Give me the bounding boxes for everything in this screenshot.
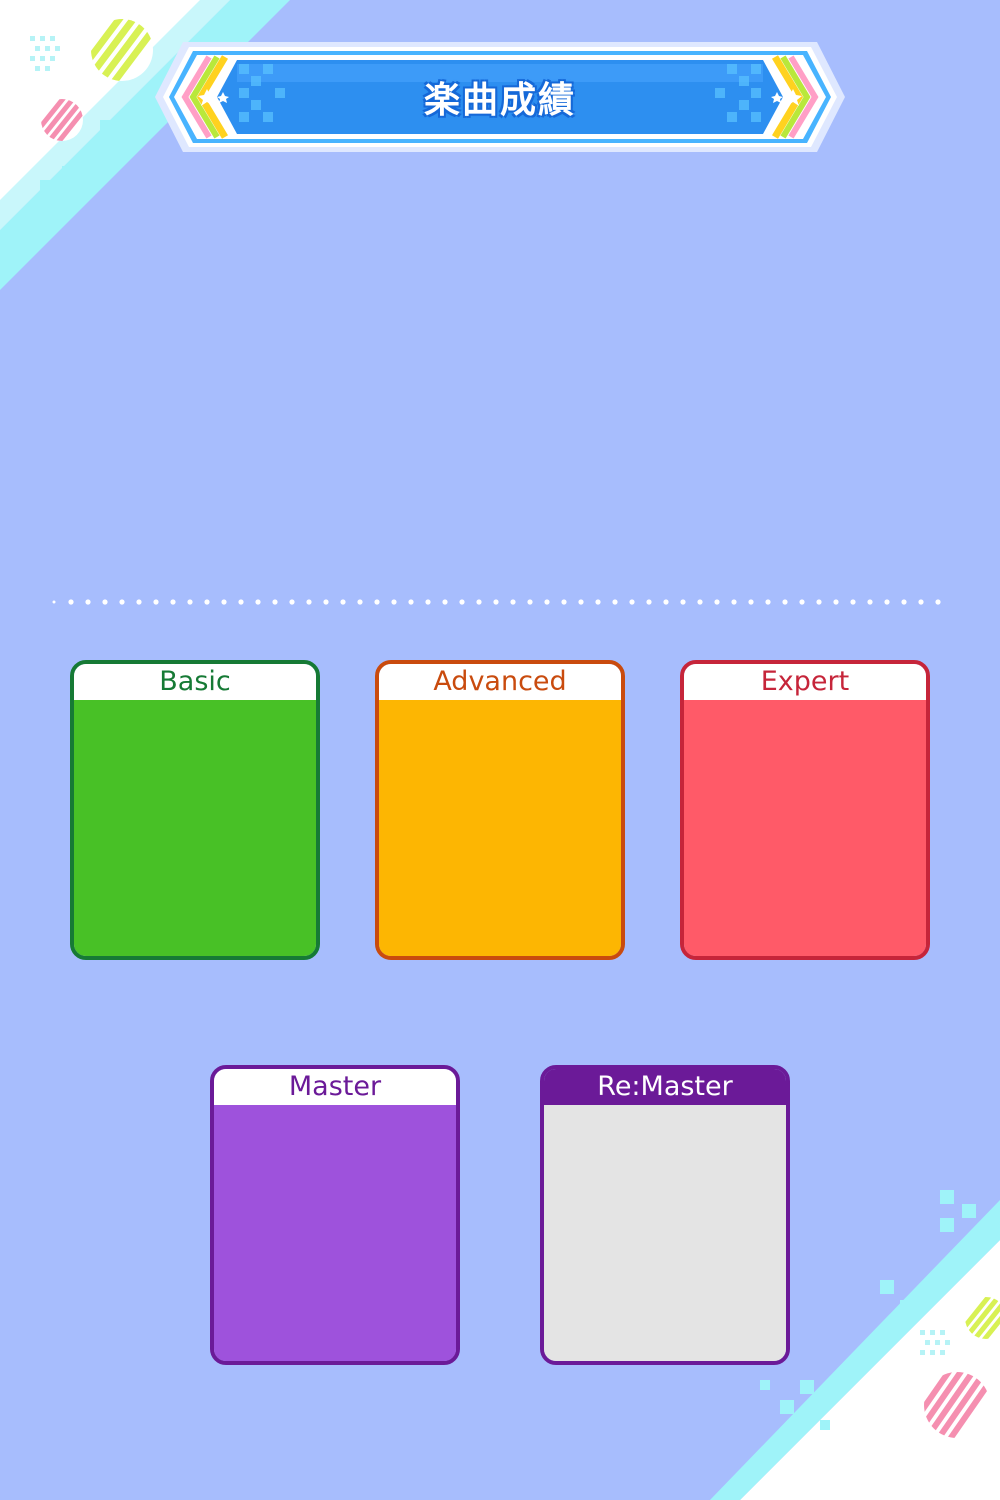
difficulty-score-area [74,700,316,956]
difficulty-card-remaster[interactable]: Re:Master [540,1065,790,1365]
difficulty-score-area [214,1105,456,1361]
difficulty-label: Re:Master [544,1069,786,1105]
difficulty-score-area [544,1105,786,1361]
title-banner: 楽曲成績 [155,42,845,152]
difficulty-score-area [379,700,621,956]
difficulty-score-area [684,700,926,956]
difficulty-card-basic[interactable]: Basic [70,660,320,960]
difficulty-label: Master [214,1069,456,1105]
page-title: 楽曲成績 [423,80,576,121]
difficulty-card-advanced[interactable]: Advanced [375,660,625,960]
difficulty-label: Advanced [379,664,621,700]
difficulty-label: Expert [684,664,926,700]
dotted-divider [52,599,941,605]
difficulty-label: Basic [74,664,316,700]
difficulty-card-expert[interactable]: Expert [680,660,930,960]
difficulty-card-master[interactable]: Master [210,1065,460,1365]
